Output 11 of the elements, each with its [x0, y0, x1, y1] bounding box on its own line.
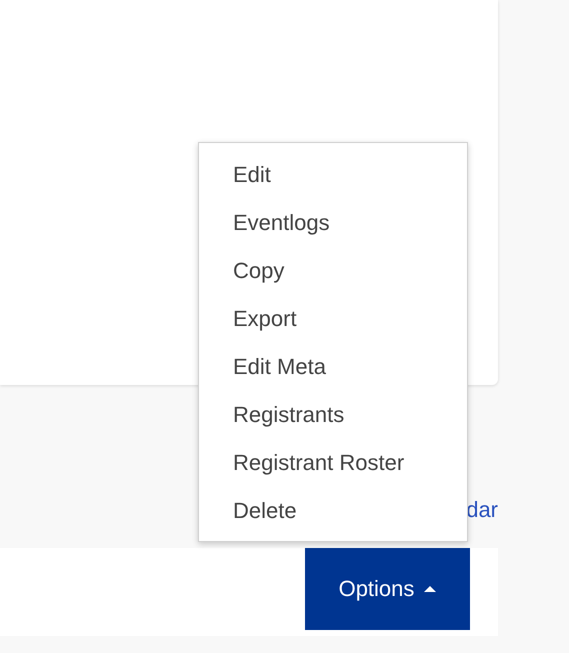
menu-item[interactable]: Registrant Roster [199, 439, 467, 487]
menu-item[interactable]: Delete [199, 487, 467, 535]
link[interactable]: dar [466, 495, 498, 525]
menu-item[interactable]: Edit Meta [199, 343, 467, 391]
caret-icon [424, 586, 436, 592]
menu-item[interactable]: Edit [199, 151, 467, 199]
menu-item[interactable]: Export [199, 295, 467, 343]
menu-item[interactable]: Registrants [199, 391, 467, 439]
menu-item[interactable]: Eventlogs [199, 199, 467, 247]
menu-item[interactable]: Copy [199, 247, 467, 295]
options-button[interactable]: Options [305, 548, 470, 630]
